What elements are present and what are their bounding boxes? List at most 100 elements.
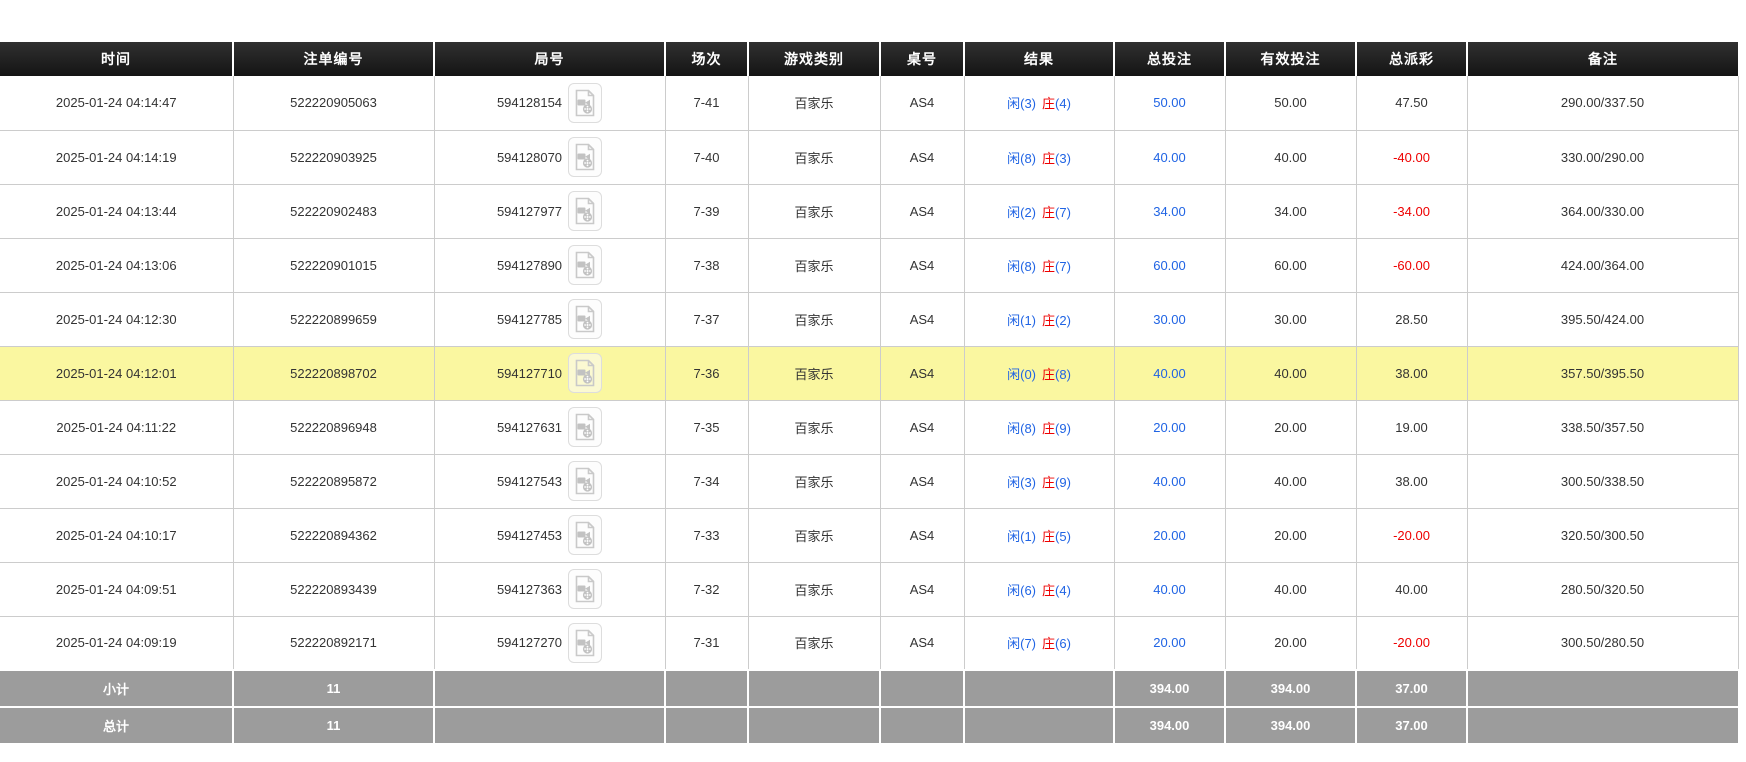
bet-number-cell: 522220894362 xyxy=(233,508,434,562)
time-cell: 2025-01-24 04:10:17 xyxy=(0,508,233,562)
banker-result-score: (6) xyxy=(1055,636,1071,651)
game-type-cell: 百家乐 xyxy=(748,400,880,454)
banker-result-score: (7) xyxy=(1055,259,1071,274)
bet-number-cell: 522220892171 xyxy=(233,616,434,670)
table-no-cell: AS4 xyxy=(880,238,964,292)
payout-cell: 40.00 xyxy=(1356,562,1467,616)
table-row[interactable]: 2025-01-24 04:14:19 522220903925 5941280… xyxy=(0,130,1738,184)
result-cell: 闲(1)庄(2) xyxy=(964,292,1114,346)
table-row[interactable]: 2025-01-24 04:10:17 522220894362 5941274… xyxy=(0,508,1738,562)
game-type-cell: 百家乐 xyxy=(748,184,880,238)
bet-history-table-container: 时间 注单编号 局号 场次 游戏类别 桌号 结果 总投注 有效投注 总派彩 备注… xyxy=(0,42,1738,745)
session-cell: 7-37 xyxy=(665,292,748,346)
session-cell: 7-32 xyxy=(665,562,748,616)
remark-cell: 424.00/364.00 xyxy=(1467,238,1738,292)
video-replay-button[interactable] xyxy=(568,83,602,123)
banker-result-label: 庄 xyxy=(1042,96,1055,111)
player-result-score: (1) xyxy=(1020,529,1036,544)
video-replay-button[interactable] xyxy=(568,461,602,501)
table-row[interactable]: 2025-01-24 04:12:30 522220899659 5941277… xyxy=(0,292,1738,346)
video-replay-button[interactable] xyxy=(568,137,602,177)
video-replay-button[interactable] xyxy=(568,299,602,339)
payout-cell: -40.00 xyxy=(1356,130,1467,184)
empty-cell xyxy=(880,707,964,744)
game-type-cell: 百家乐 xyxy=(748,454,880,508)
payout-cell: 47.50 xyxy=(1356,76,1467,130)
video-file-icon xyxy=(573,197,597,225)
remark-cell: 300.50/338.50 xyxy=(1467,454,1738,508)
table-row[interactable]: 2025-01-24 04:09:51 522220893439 5941273… xyxy=(0,562,1738,616)
table-row[interactable]: 2025-01-24 04:11:22 522220896948 5941276… xyxy=(0,400,1738,454)
col-header-remark: 备注 xyxy=(1467,42,1738,76)
col-header-valid-bet: 有效投注 xyxy=(1225,42,1356,76)
video-replay-button[interactable] xyxy=(568,353,602,393)
round-number: 594127453 xyxy=(497,528,562,543)
col-header-round: 局号 xyxy=(434,42,665,76)
player-result-score: (8) xyxy=(1020,259,1036,274)
table-row[interactable]: 2025-01-24 04:13:06 522220901015 5941278… xyxy=(0,238,1738,292)
banker-result-score: (3) xyxy=(1055,151,1071,166)
session-cell: 7-36 xyxy=(665,346,748,400)
video-file-icon xyxy=(573,143,597,171)
video-file-icon xyxy=(573,413,597,441)
payout-cell: -34.00 xyxy=(1356,184,1467,238)
video-replay-button[interactable] xyxy=(568,569,602,609)
bet-number-cell: 522220902483 xyxy=(233,184,434,238)
banker-result-score: (7) xyxy=(1055,205,1071,220)
video-replay-button[interactable] xyxy=(568,623,602,663)
round-cell: 594127631 xyxy=(434,400,665,454)
table-row[interactable]: 2025-01-24 04:09:19 522220892171 5941272… xyxy=(0,616,1738,670)
table-row[interactable]: 2025-01-24 04:13:44 522220902483 5941279… xyxy=(0,184,1738,238)
total-bet-cell: 20.00 xyxy=(1114,400,1225,454)
total-bet-cell: 20.00 xyxy=(1114,616,1225,670)
game-type-cell: 百家乐 xyxy=(748,346,880,400)
video-file-icon xyxy=(573,359,597,387)
time-cell: 2025-01-24 04:10:52 xyxy=(0,454,233,508)
player-result-score: (7) xyxy=(1020,636,1036,651)
valid-bet-cell: 20.00 xyxy=(1225,508,1356,562)
player-result-label: 闲 xyxy=(1007,151,1020,166)
table-row[interactable]: 2025-01-24 04:12:01 522220898702 5941277… xyxy=(0,346,1738,400)
player-result-label: 闲 xyxy=(1007,205,1020,220)
game-type-cell: 百家乐 xyxy=(748,130,880,184)
video-replay-button[interactable] xyxy=(568,245,602,285)
player-result-score: (3) xyxy=(1020,475,1036,490)
player-result-score: (3) xyxy=(1020,96,1036,111)
table-row[interactable]: 2025-01-24 04:14:47 522220905063 5941281… xyxy=(0,76,1738,130)
player-result-label: 闲 xyxy=(1007,529,1020,544)
video-replay-button[interactable] xyxy=(568,407,602,447)
round-cell: 594127977 xyxy=(434,184,665,238)
summary-count-cell: 11 xyxy=(233,670,434,707)
video-replay-button[interactable] xyxy=(568,515,602,555)
table-no-cell: AS4 xyxy=(880,130,964,184)
result-cell: 闲(3)庄(4) xyxy=(964,76,1114,130)
video-file-icon xyxy=(573,305,597,333)
player-result-label: 闲 xyxy=(1007,421,1020,436)
result-cell: 闲(8)庄(7) xyxy=(964,238,1114,292)
total-bet-cell: 60.00 xyxy=(1114,238,1225,292)
video-file-icon xyxy=(573,251,597,279)
total-bet-cell: 40.00 xyxy=(1114,454,1225,508)
table-no-cell: AS4 xyxy=(880,184,964,238)
table-no-cell: AS4 xyxy=(880,508,964,562)
valid-bet-cell: 20.00 xyxy=(1225,400,1356,454)
player-result-score: (6) xyxy=(1020,583,1036,598)
table-row[interactable]: 2025-01-24 04:10:52 522220895872 5941275… xyxy=(0,454,1738,508)
remark-cell: 364.00/330.00 xyxy=(1467,184,1738,238)
valid-bet-cell: 40.00 xyxy=(1225,562,1356,616)
time-cell: 2025-01-24 04:11:22 xyxy=(0,400,233,454)
col-header-result: 结果 xyxy=(964,42,1114,76)
table-header: 时间 注单编号 局号 场次 游戏类别 桌号 结果 总投注 有效投注 总派彩 备注 xyxy=(0,42,1738,76)
round-cell: 594127543 xyxy=(434,454,665,508)
player-result-score: (8) xyxy=(1020,421,1036,436)
col-header-total-bet: 总投注 xyxy=(1114,42,1225,76)
remark-cell: 395.50/424.00 xyxy=(1467,292,1738,346)
round-number: 594127543 xyxy=(497,474,562,489)
player-result-score: (0) xyxy=(1020,367,1036,382)
session-cell: 7-33 xyxy=(665,508,748,562)
remark-cell: 300.50/280.50 xyxy=(1467,616,1738,670)
summary-payout-cell: 37.00 xyxy=(1356,670,1467,707)
player-result-label: 闲 xyxy=(1007,96,1020,111)
video-replay-button[interactable] xyxy=(568,191,602,231)
game-type-cell: 百家乐 xyxy=(748,616,880,670)
